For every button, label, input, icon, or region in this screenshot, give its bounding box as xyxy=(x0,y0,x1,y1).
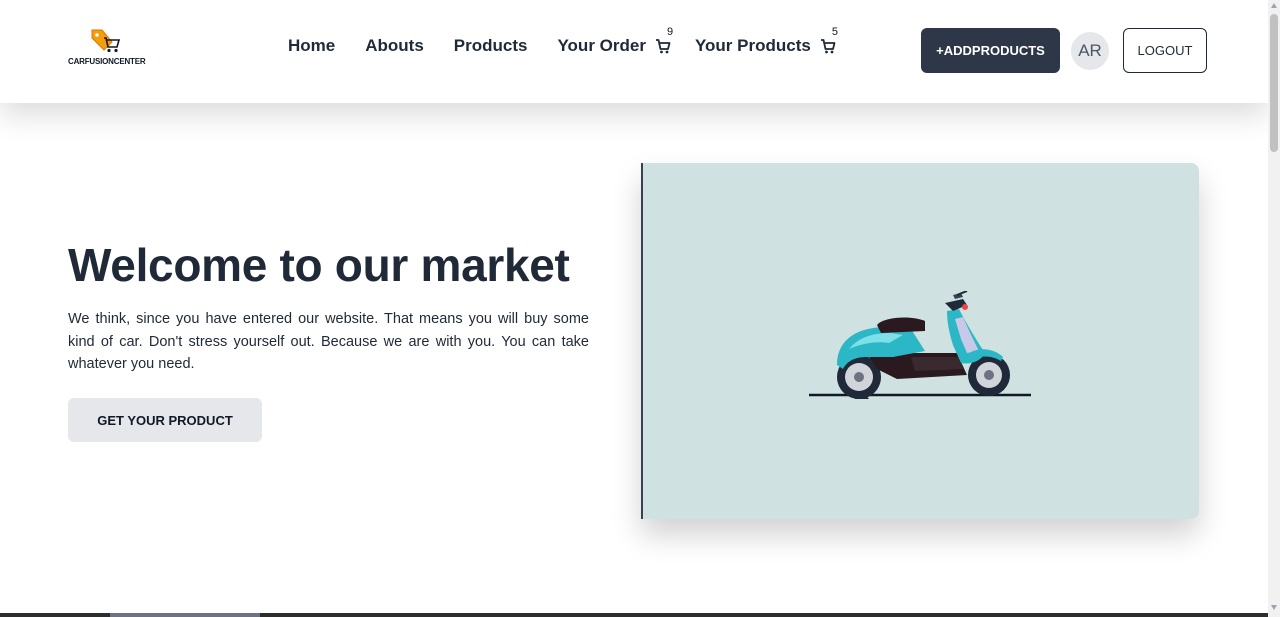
hero-description: We think, since you have entered our web… xyxy=(68,311,589,372)
header: CARFUSIONCENTER Home Abouts Products You… xyxy=(0,0,1268,103)
logo-link[interactable]: CARFUSIONCENTER xyxy=(68,28,148,68)
logout-button[interactable]: LOGOUT xyxy=(1123,28,1207,73)
logo-tag-cart-icon xyxy=(91,29,120,53)
nav-your-order[interactable]: Your Order 9 xyxy=(557,26,673,56)
scroll-up-arrow-icon[interactable] xyxy=(1271,3,1277,8)
nav-home[interactable]: Home xyxy=(288,36,335,56)
order-count-badge: 9 xyxy=(666,26,674,38)
products-count-badge: 5 xyxy=(831,26,838,38)
logo-text: CARFUSIONCENTER xyxy=(68,57,146,66)
nav-abouts[interactable]: Abouts xyxy=(365,36,424,56)
avatar[interactable]: AR xyxy=(1071,32,1109,70)
page: CARFUSIONCENTER Home Abouts Products You… xyxy=(0,0,1280,617)
nav-your-products[interactable]: Your Products 5 xyxy=(695,26,838,56)
scroll-down-arrow-icon[interactable] xyxy=(1271,605,1277,610)
vertical-scrollbar[interactable] xyxy=(1268,0,1280,617)
get-your-product-button[interactable]: GET YOUR PRODUCT xyxy=(68,398,262,442)
bottom-edge-highlight xyxy=(110,613,260,617)
order-cart-icon[interactable]: 9 xyxy=(655,26,673,54)
main-nav: Home Abouts Products Your Order 9 Your P… xyxy=(288,26,838,56)
nav-your-products-label[interactable]: Your Products xyxy=(695,36,811,56)
add-products-button[interactable]: +ADDPRODUCTS xyxy=(921,28,1060,73)
hero-image xyxy=(641,163,1199,519)
scooter-illustration-icon xyxy=(809,291,1031,399)
nav-products[interactable]: Products xyxy=(454,36,528,56)
nav-your-order-label[interactable]: Your Order xyxy=(557,36,645,56)
products-cart-icon[interactable]: 5 xyxy=(820,26,838,54)
scroll-thumb[interactable] xyxy=(1270,14,1278,152)
hero-title: Welcome to our market xyxy=(68,239,570,291)
